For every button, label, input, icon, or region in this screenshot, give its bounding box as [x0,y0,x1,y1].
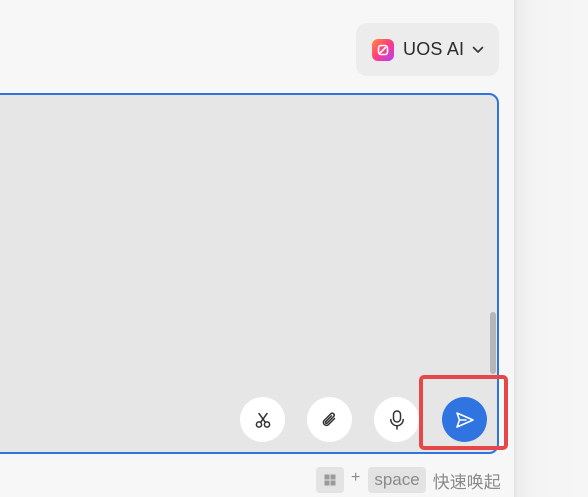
microphone-icon [389,409,404,430]
scissors-icon [255,412,270,428]
model-selector[interactable]: UOS AI [356,23,499,76]
send-icon [455,411,474,428]
plus-sign: + [351,469,361,486]
ai-assistant-panel: UOS AI + space 快速唤起 [0,0,514,497]
message-input[interactable] [2,99,486,393]
panel-edge-shadow [514,0,588,497]
screenshot-button[interactable] [240,397,285,442]
chevron-down-icon [472,46,484,54]
space-key: space [368,467,426,493]
uos-ai-logo-icon [372,38,394,61]
input-scrollbar[interactable] [490,312,496,374]
shortcut-hint: + space 快速唤起 [316,466,501,494]
voice-input-button[interactable] [374,397,419,442]
send-button[interactable] [442,397,487,442]
shortcut-description: 快速唤起 [432,472,501,492]
model-name: UOS AI [403,39,465,59]
paperclip-icon [322,411,335,426]
attach-file-button[interactable] [307,397,352,442]
windows-key-icon [316,467,344,493]
